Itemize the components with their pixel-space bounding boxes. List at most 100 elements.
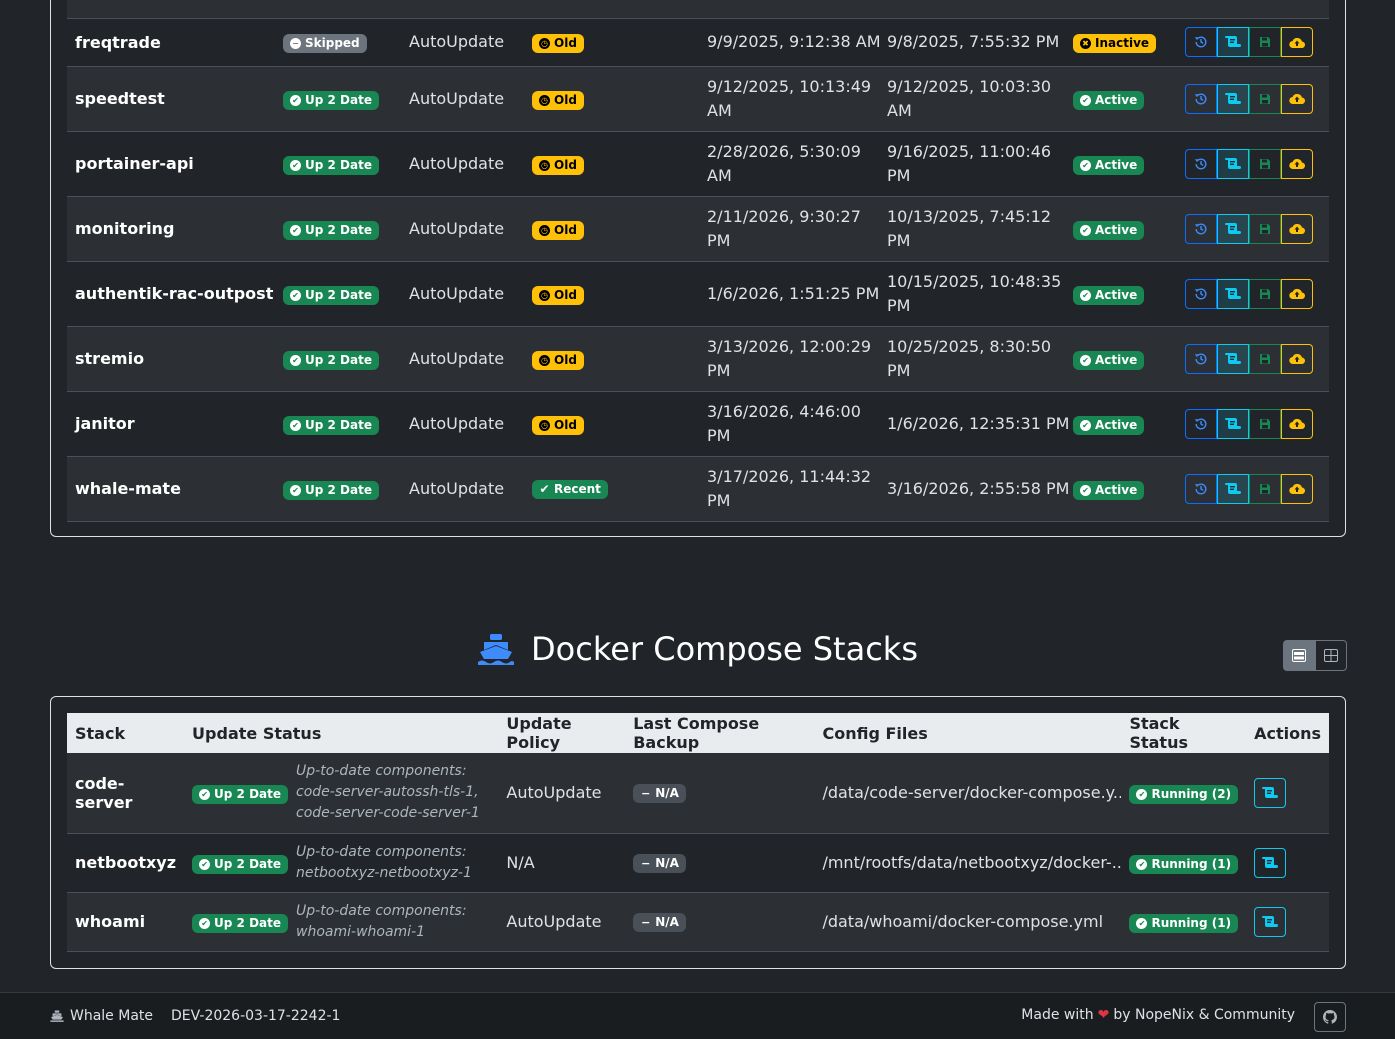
config-file-path: /data/whoami/docker-compose.yml (814, 892, 1122, 951)
save-icon[interactable] (1249, 213, 1281, 244)
cloud-upload-icon[interactable] (1281, 408, 1313, 439)
terminal-icon[interactable] (1254, 847, 1287, 878)
history-icon[interactable] (1185, 83, 1217, 114)
update-policy: AutoUpdate (409, 456, 532, 521)
footer-made-with: Made with (1021, 1007, 1094, 1023)
last-started-time: 10/15/2025, 10:48:35 PM (887, 261, 1073, 326)
terminal-icon[interactable] (1217, 27, 1249, 57)
cloud-upload-icon[interactable] (1281, 83, 1313, 114)
table-row: freqtrade − Skipped AutoUpdate ◷ Old 9/9/2025,… (67, 18, 1329, 66)
update-policy: AutoUpdate (498, 753, 626, 833)
update-policy: AutoUpdate (409, 18, 532, 66)
stack-status-badge-icon: ✔ (1136, 917, 1148, 929)
stack-status-badge: ✔ Running (2) (1129, 784, 1239, 804)
components-note: Up-to-date components: code-server-autos… (296, 763, 480, 822)
save-icon[interactable] (1249, 148, 1281, 179)
cloud-upload-icon[interactable] (1281, 473, 1313, 504)
save-icon[interactable] (1249, 343, 1281, 374)
container-name[interactable]: speedtest (67, 66, 283, 131)
history-icon[interactable] (1185, 278, 1217, 309)
last-started-time: 1/6/2026, 12:35:31 PM (887, 391, 1073, 456)
stack-name[interactable]: code-server (67, 753, 185, 833)
config-file-path: /data/code-server/docker-compose.y... (814, 753, 1122, 833)
column-header: Last Compose Backup (625, 713, 815, 753)
view-mode-toggle (1283, 640, 1347, 671)
stack-status-badge: ✔ Running (1) (1129, 854, 1239, 874)
terminal-icon[interactable] (1217, 148, 1249, 179)
table-row: authentik-rac-outpost ✔ Up 2 Date AutoUpdat… (67, 261, 1329, 326)
cloud-upload-icon[interactable] (1281, 278, 1313, 309)
container-name[interactable]: portainer-api (67, 131, 283, 196)
cloud-upload-icon[interactable] (1281, 343, 1313, 374)
footer-version: DEV-2026-03-17-2242-1 (171, 1008, 341, 1024)
stack-status-badge-icon: ✔ (1136, 788, 1148, 800)
terminal-icon[interactable] (1217, 83, 1249, 114)
state-badge-icon: ✖ (1080, 38, 1091, 49)
update-status-badge-icon: ✔ (199, 858, 211, 870)
image-age-badge-icon: ◷ (539, 159, 550, 171)
state-badge: ✔ Active (1073, 480, 1145, 500)
save-icon[interactable] (1249, 278, 1281, 309)
history-icon[interactable] (1185, 408, 1217, 439)
terminal-icon[interactable] (1217, 343, 1249, 374)
created-time: 2/28/2026, 5:30:09 AM (707, 131, 887, 196)
last-started-time: 3/16/2026, 2:55:58 PM (887, 456, 1073, 521)
update-policy: N/A (498, 833, 626, 892)
history-icon[interactable] (1185, 148, 1217, 179)
container-name[interactable]: monitoring (67, 196, 283, 261)
stack-name[interactable]: whoami (67, 892, 185, 951)
table-row: monitoring ✔ Up 2 Date AutoUpdate ◷ Old 2/11/2… (67, 196, 1329, 261)
footer: Whale Mate DEV-2026-03-17-2242-1 Made wi… (0, 992, 1395, 1039)
history-icon[interactable] (1185, 343, 1217, 374)
update-status-badge: − Skipped (283, 34, 367, 53)
cloud-upload-icon[interactable] (1281, 213, 1313, 244)
container-name[interactable]: freqtrade (67, 18, 283, 66)
cloud-upload-icon[interactable] (1281, 148, 1313, 179)
terminal-icon[interactable] (1217, 408, 1249, 439)
update-status-badge: ✔ Up 2 Date (283, 155, 379, 175)
created-time: 2/11/2026, 9:30:27 PM (707, 196, 887, 261)
state-badge-icon: ✔ (1080, 289, 1091, 301)
image-age-badge-icon: ◷ (539, 289, 550, 301)
created-time: 1/6/2026, 1:51:25 PM (707, 261, 887, 326)
image-age-badge-icon: ◷ (539, 419, 550, 431)
table-row: speedtest ✔ Up 2 Date AutoUpdate ◷ Old 9/12/20… (67, 66, 1329, 131)
update-status-badge-icon: ✔ (199, 917, 211, 929)
table-header-row: Stack Update Status Update Policy Last Comp… (67, 713, 1329, 753)
state-badge: ✖ Inactive (1073, 34, 1157, 53)
save-icon[interactable] (1249, 473, 1281, 504)
save-icon[interactable] (1249, 408, 1281, 439)
terminal-icon[interactable] (1254, 777, 1287, 808)
image-age-badge-icon: ◷ (539, 354, 550, 366)
table-view-icon[interactable] (1283, 640, 1315, 671)
cloud-upload-icon[interactable] (1281, 27, 1313, 57)
table-row: portainer-api ✔ Up 2 Date AutoUpdate ◷ Old 2/2… (67, 131, 1329, 196)
grid-view-icon[interactable] (1315, 640, 1347, 671)
history-icon[interactable] (1185, 473, 1217, 504)
containers-table: AM freqtrade−SkippedAutoUpdate◷Old9/9/20… (67, 0, 1329, 522)
save-icon[interactable] (1249, 27, 1281, 57)
update-status-badge-icon: ✔ (290, 419, 301, 431)
row-actions (1185, 83, 1329, 114)
terminal-icon[interactable] (1217, 278, 1249, 309)
history-icon[interactable] (1185, 213, 1217, 244)
section-title: Docker Compose Stacks (531, 630, 918, 668)
terminal-icon[interactable] (1217, 473, 1249, 504)
update-status-badge: ✔ Up 2 Date (192, 784, 289, 804)
container-name[interactable]: stremio (67, 326, 283, 391)
row-actions (1185, 473, 1329, 504)
container-name[interactable]: authentik-rac-outpost (67, 261, 283, 326)
container-name[interactable]: janitor (67, 391, 283, 456)
terminal-icon[interactable] (1217, 213, 1249, 244)
stack-name[interactable]: netbootxyz (67, 833, 185, 892)
stacks-card: Stack Update Status Update Policy Last Comp… (50, 696, 1346, 969)
save-icon[interactable] (1249, 83, 1281, 114)
terminal-icon[interactable] (1254, 906, 1287, 937)
table-row: whoami ✔ Up 2 Date Up-to-date components: w… (67, 892, 1329, 951)
state-badge: ✔ Active (1073, 350, 1145, 370)
container-name[interactable]: whale-mate (67, 456, 283, 521)
image-age-badge-icon: ◷ (539, 38, 550, 49)
history-icon[interactable] (1185, 27, 1217, 57)
github-icon[interactable] (1314, 1002, 1346, 1032)
image-age-badge-icon: ◷ (539, 94, 550, 106)
